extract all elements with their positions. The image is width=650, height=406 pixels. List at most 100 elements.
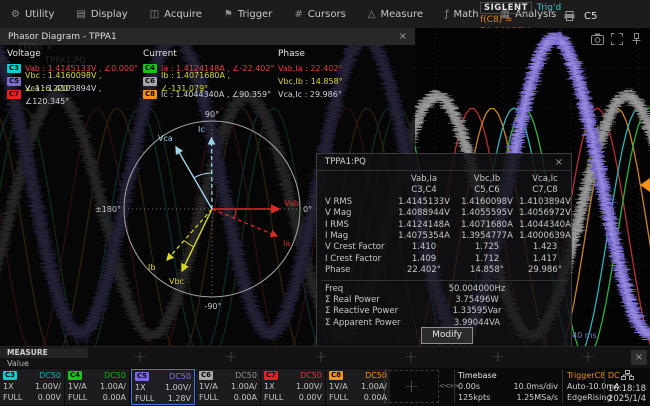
pq-row-label: I Mag <box>317 231 393 242</box>
pq-cell: 1.4103894V <box>519 197 571 208</box>
coupling: DC50 <box>104 370 126 381</box>
coupling: DC50 <box>300 370 322 381</box>
pq-dialog-title: TPPA1:PQ <box>325 157 366 167</box>
axis-label-0: 0° <box>303 205 312 214</box>
pq-col-header: Vca,Ic <box>519 174 571 185</box>
pq-col-header: Vbc,Ib <box>455 174 519 185</box>
pq-cell: 1.423 <box>519 242 571 253</box>
coupling: DC50 <box>235 370 257 381</box>
pq-cell: 1.417 <box>519 254 571 265</box>
cursors-icon: # <box>294 9 302 20</box>
channel-box-c5[interactable]: C5DC50 1X1.00V/ FULL1.28V <box>131 369 195 405</box>
camera-icon[interactable] <box>591 30 604 42</box>
menu-label: Measure <box>381 9 424 20</box>
offset: 0.00A <box>234 392 257 403</box>
pq-cell: 1.4124148A <box>393 220 455 231</box>
channel-box-c3[interactable]: C3DC50 1X1.00V/ FULL0.00V <box>0 369 64 405</box>
probe: 1X <box>264 381 275 392</box>
pq-cell: 1.4000639A <box>519 231 571 242</box>
scale: 1.00V/ <box>296 381 322 392</box>
close-icon[interactable]: × <box>631 350 647 365</box>
bandwidth: FULL <box>135 393 154 404</box>
menu-display[interactable]: ▤Display <box>65 0 138 28</box>
vector-label-vbc: Vbc <box>169 277 184 286</box>
add-measurement-button[interactable]: + <box>132 347 148 369</box>
add-measurement-button[interactable]: + <box>223 347 239 369</box>
divider <box>321 280 567 281</box>
trigger-box[interactable]: TriggerC8 DC Auto-10.0mA EdgeRising <box>567 370 602 403</box>
pq-summary-value: 3.75496W <box>407 295 547 306</box>
channel-box-c6[interactable]: C6DC50 1V/A1.00A/ FULL0.00A <box>196 369 260 405</box>
pq-row-label: V Crest Factor <box>317 242 393 253</box>
clock-date: 2025/1/4 <box>606 394 648 404</box>
pq-dialog-titlebar[interactable]: TPPA1:PQ × <box>317 154 571 171</box>
pq-cell: 1.4160098V <box>455 197 519 208</box>
coupling: DC50 <box>39 370 61 381</box>
menu-measure[interactable]: △Measure <box>357 0 434 28</box>
menu-label: Utility <box>25 9 54 20</box>
close-icon[interactable]: × <box>555 157 563 168</box>
add-measurement-button[interactable]: + <box>313 347 329 369</box>
axis-label-neg90: -90° <box>204 302 221 311</box>
channel-badge-c6: C6 <box>199 371 213 380</box>
pq-cell: 1.4044340A <box>519 220 571 231</box>
menu-utility[interactable]: ⚙Utility <box>0 0 65 28</box>
pq-summary-value: 50.004000Hz <box>407 284 547 295</box>
pq-row-label: V Mag <box>317 208 393 219</box>
menu-label: Trigger <box>238 9 273 20</box>
menu-cursors[interactable]: # Cursors <box>283 0 356 28</box>
pq-row-label: I RMS <box>317 220 393 231</box>
channel-box-c4[interactable]: C4DC50 1V/A1.00A/ FULL0.00A <box>65 369 129 405</box>
coupling: DC50 <box>169 371 191 382</box>
measure-row-label: Value <box>7 359 29 368</box>
pq-cell: 1.4056972V <box>519 208 571 219</box>
probe: 1X <box>135 382 146 393</box>
add-measurement-button[interactable]: + <box>490 347 506 369</box>
channel-box-c8[interactable]: C8DC50 1V/A1.00A/ FULL0.00A <box>326 369 390 405</box>
channel-bar: C3DC50 1X1.00V/ FULL0.00V C4DC50 1V/A1.0… <box>0 368 650 406</box>
add-channel-slot[interactable]: + <box>384 370 439 403</box>
pq-col-subheader: C7,C8 <box>519 185 571 196</box>
active-channel-indicator[interactable]: C5 <box>584 11 597 22</box>
menu-acquire[interactable]: ◫Acquire <box>139 0 213 28</box>
frequency-readout: f(C8) = 50.00325Hz <box>480 14 566 26</box>
pq-summary: Freq 50.004000Hz Σ Real Power 3.75496W Σ… <box>317 284 571 330</box>
waveform-display[interactable]: 30 ms 40 ms Phasor Diagram - TPPA1 × TPP… <box>0 28 650 346</box>
math-icon: ƒ <box>445 9 449 20</box>
vector-label-ib: Ib <box>148 263 155 272</box>
channel-badge-c7: C7 <box>264 371 278 380</box>
menu-trigger[interactable]: ⚑Trigger <box>213 0 283 28</box>
pq-cell: 1.410 <box>393 242 455 253</box>
measure-title: MEASURE <box>0 348 88 358</box>
timebase-scale: 10.0ms/div <box>513 381 558 392</box>
trigger-status-badge: Trig'd <box>537 3 561 13</box>
oscilloscope-screen: ⚙Utility ▤Display ◫Acquire ⚑Trigger # Cur… <box>0 0 650 406</box>
phasor-vector-vbc <box>182 209 212 271</box>
channel-box-c7[interactable]: C7DC50 1X1.00V/ FULL0.00V <box>261 369 325 405</box>
network-icon <box>621 370 634 383</box>
divider <box>454 370 455 403</box>
pq-table: Vab,Ia Vbc,Ib Vca,Ic C3,C4 C5,C6 C7,C8 V… <box>317 174 571 277</box>
clock-box[interactable]: 16:18:18 2025/1/4 <box>606 370 648 404</box>
time-axis-label-40ms: 40 ms <box>572 331 597 340</box>
fullscreen-icon[interactable] <box>611 30 624 42</box>
menu-label: Cursors <box>308 9 346 20</box>
printer-icon[interactable] <box>564 6 575 25</box>
add-measurement-button[interactable]: + <box>403 347 419 369</box>
measure-bar: MEASURE Value + + + + + + × <box>0 346 650 369</box>
vector-label-ia: Ia <box>283 239 290 248</box>
bandwidth: FULL <box>68 392 87 403</box>
probe: 1V/A <box>199 381 218 392</box>
pq-cell: 1.4075354A <box>393 231 455 242</box>
divider <box>562 370 563 403</box>
pan-arrows[interactable]: <<>> <box>439 382 458 390</box>
modify-button[interactable]: Modify <box>421 327 473 344</box>
brand-logo: SIGLENT <box>480 2 532 14</box>
offset: 0.00V <box>38 392 61 403</box>
pq-cell: 1.4055595V <box>455 208 519 219</box>
pin-icon[interactable] <box>631 30 644 42</box>
scale: 1.00V/ <box>35 381 61 392</box>
add-measurement-button[interactable]: + <box>580 347 596 369</box>
pq-summary-label: Σ Apparent Power <box>317 318 407 329</box>
timebase-box[interactable]: Timebase 0.00s10.0ms/div 125kpts1.25MSa/… <box>458 370 558 403</box>
